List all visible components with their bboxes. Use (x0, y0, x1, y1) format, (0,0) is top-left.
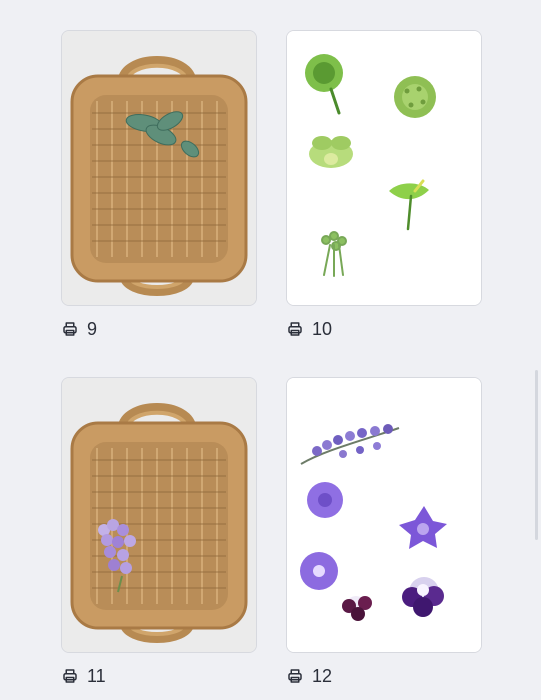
vertical-scrollbar[interactable] (535, 370, 538, 540)
page-thumbnail-9[interactable] (61, 30, 257, 306)
page-thumbnail-11[interactable] (61, 377, 257, 653)
green-flowers-image (287, 31, 481, 305)
purple-flowers-image (287, 378, 481, 652)
printer-icon (286, 667, 304, 685)
basket-lilac-image (62, 378, 256, 652)
page-number-label: 11 (87, 666, 106, 686)
page-number-label: 9 (87, 319, 98, 339)
printer-icon (61, 320, 79, 338)
page-number-label: 12 (312, 666, 333, 686)
thumbnail-meta-9: 9 (61, 320, 97, 338)
thumbnail-meta-10: 10 (286, 320, 332, 338)
basket-image (62, 31, 256, 305)
printer-icon (286, 320, 304, 338)
page: 9 10 11 12 (0, 0, 541, 700)
printer-icon (61, 667, 79, 685)
page-number-label: 10 (312, 319, 333, 339)
thumbnail-meta-12: 12 (286, 667, 332, 685)
page-thumbnail-10[interactable] (286, 30, 482, 306)
page-thumbnail-12[interactable] (286, 377, 482, 653)
image-grid: 9 10 11 12 (0, 0, 541, 700)
thumbnail-meta-11: 11 (61, 667, 106, 685)
